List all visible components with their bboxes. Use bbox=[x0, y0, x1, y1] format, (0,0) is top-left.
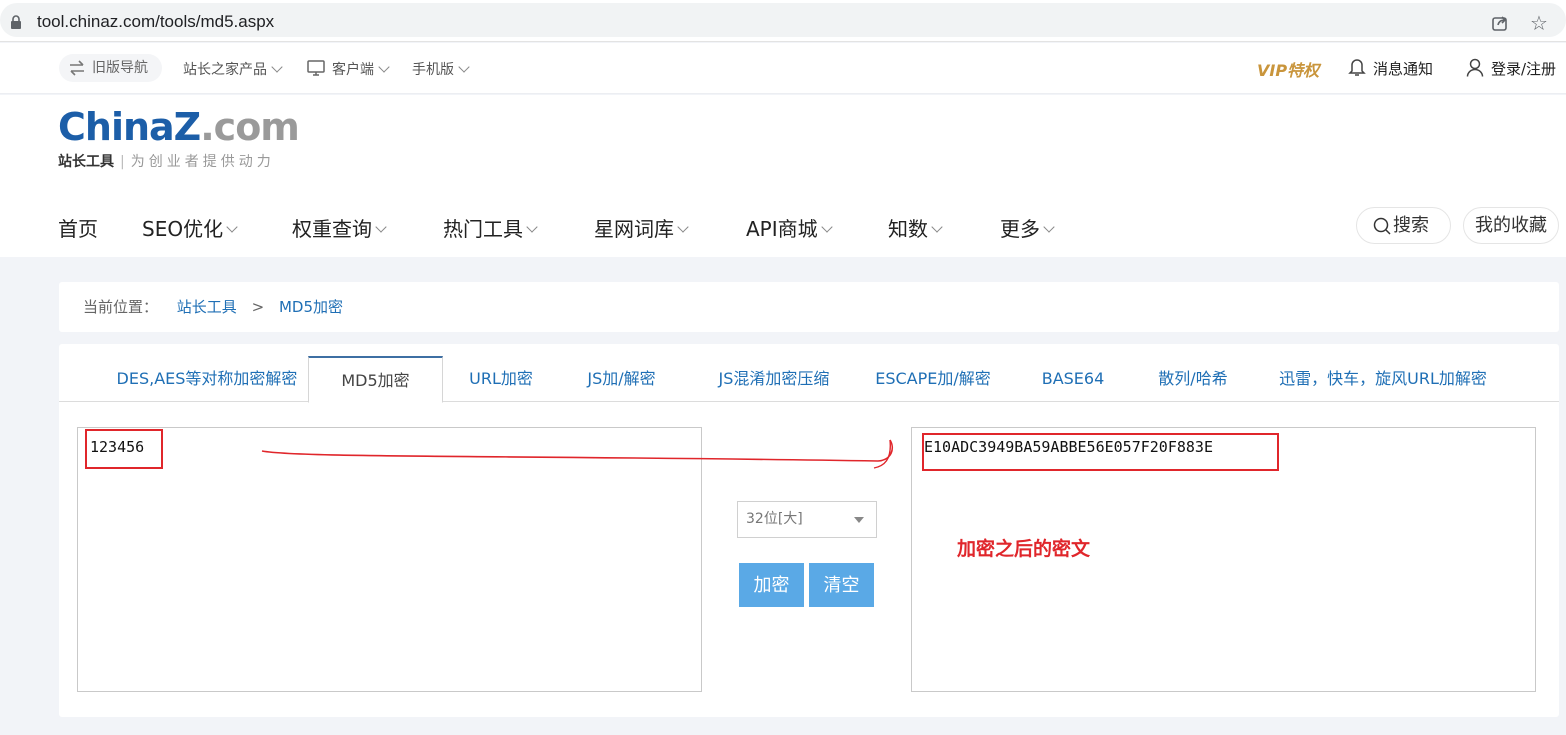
bookmark-star-icon[interactable]: ☆ bbox=[1530, 12, 1552, 34]
products-label: 站长之家产品 bbox=[183, 62, 267, 78]
chevron-down-icon bbox=[378, 61, 390, 73]
breadcrumb: 当前位置： 站长工具 > MD5加密 bbox=[59, 282, 1559, 332]
vip-link[interactable]: VIP特权 bbox=[1257, 57, 1319, 81]
swap-icon bbox=[70, 60, 84, 76]
lock-icon bbox=[11, 15, 21, 29]
select-value: 32位[大] bbox=[746, 511, 803, 527]
chevron-down-icon bbox=[226, 221, 238, 233]
nav-seo[interactable]: SEO优化 bbox=[142, 213, 238, 242]
input-textarea[interactable]: 123456 bbox=[77, 427, 702, 692]
breadcrumb-prefix: 当前位置： bbox=[83, 298, 159, 316]
login-link[interactable]: 登录/注册 bbox=[1491, 58, 1556, 79]
nav-home[interactable]: 首页 bbox=[58, 213, 98, 242]
chevron-down-icon bbox=[526, 221, 538, 233]
search-icon bbox=[1373, 217, 1391, 235]
tab-md5[interactable]: MD5加密 bbox=[308, 356, 443, 403]
chevron-down-icon bbox=[375, 221, 387, 233]
chevron-down-icon bbox=[677, 221, 689, 233]
monitor-icon bbox=[307, 60, 325, 76]
tab-thunder-url[interactable]: 迅雷，快车，旋风URL加解密 bbox=[1272, 356, 1494, 402]
md5-tool-panel: DES,AES等对称加密解密 MD5加密 URL加密 JS加/解密 JS混淆加密… bbox=[59, 344, 1559, 717]
bell-icon[interactable] bbox=[1348, 57, 1366, 77]
annotation-label: 加密之后的密文 bbox=[957, 538, 1091, 560]
logo-tagline: 站长工具 | 为创业者提供动力 bbox=[58, 154, 275, 170]
caret-down-icon bbox=[854, 517, 864, 523]
share-icon[interactable] bbox=[1490, 13, 1510, 33]
chinaz-logo[interactable]: ChinaZ.com 站长工具 | 为创业者提供动力 bbox=[58, 105, 300, 171]
url-text[interactable]: tool.chinaz.com/tools/md5.aspx bbox=[37, 12, 274, 32]
client-label: 客户端 bbox=[332, 62, 374, 78]
tab-js-obfuscate[interactable]: JS混淆加密压缩 bbox=[699, 356, 849, 402]
chevron-down-icon bbox=[931, 221, 943, 233]
search-label: 搜索 bbox=[1393, 215, 1429, 236]
chevron-down-icon bbox=[271, 61, 283, 73]
top-strip: 旧版导航 站长之家产品 客户端 手机版 VIP特权 消息通知 登录/注册 bbox=[0, 43, 1566, 94]
user-icon[interactable] bbox=[1466, 58, 1484, 77]
breadcrumb-separator: > bbox=[251, 298, 265, 316]
nav-keywords[interactable]: 星网词库 bbox=[594, 213, 689, 242]
length-select[interactable]: 32位[大] bbox=[737, 501, 877, 538]
search-button[interactable]: 搜索 bbox=[1356, 207, 1451, 244]
nav-zhishu[interactable]: 知数 bbox=[888, 213, 943, 242]
browser-address-bar: tool.chinaz.com/tools/md5.aspx ☆ bbox=[0, 0, 1566, 42]
nav-weight[interactable]: 权重查询 bbox=[292, 213, 387, 242]
old-nav-button[interactable]: 旧版导航 bbox=[59, 54, 162, 82]
main-nav: 首页 SEO优化 权重查询 热门工具 星网词库 API商城 知数 更多 bbox=[0, 213, 1566, 243]
tool-tabs: DES,AES等对称加密解密 MD5加密 URL加密 JS加/解密 JS混淆加密… bbox=[59, 356, 1559, 403]
tab-base64[interactable]: BASE64 bbox=[1034, 356, 1112, 402]
url-bar[interactable]: tool.chinaz.com/tools/md5.aspx ☆ bbox=[0, 3, 1566, 37]
tab-des-aes[interactable]: DES,AES等对称加密解密 bbox=[89, 356, 325, 402]
mobile-label: 手机版 bbox=[412, 62, 454, 78]
clear-button[interactable]: 清空 bbox=[809, 563, 874, 607]
chevron-down-icon bbox=[1043, 221, 1055, 233]
tab-url[interactable]: URL加密 bbox=[457, 356, 545, 402]
client-menu[interactable]: 客户端 bbox=[332, 59, 390, 79]
nav-hot-tools[interactable]: 热门工具 bbox=[443, 213, 538, 242]
chevron-down-icon bbox=[820, 221, 833, 233]
nav-api[interactable]: API商城 bbox=[746, 213, 833, 242]
notifications-link[interactable]: 消息通知 bbox=[1373, 58, 1433, 79]
chevron-down-icon bbox=[458, 61, 470, 73]
favorites-button[interactable]: 我的收藏 bbox=[1463, 207, 1559, 244]
tab-js[interactable]: JS加/解密 bbox=[573, 356, 670, 402]
tab-escape[interactable]: ESCAPE加/解密 bbox=[869, 356, 997, 402]
old-nav-label: 旧版导航 bbox=[92, 60, 148, 76]
nav-more[interactable]: 更多 bbox=[1000, 213, 1055, 242]
breadcrumb-current-link[interactable]: MD5加密 bbox=[279, 298, 343, 316]
breadcrumb-root-link[interactable]: 站长工具 bbox=[177, 298, 237, 316]
products-menu[interactable]: 站长之家产品 bbox=[183, 59, 283, 79]
logo-wordmark: ChinaZ.com bbox=[58, 105, 300, 149]
tab-hash[interactable]: 散列/哈希 bbox=[1144, 356, 1242, 402]
site-header: ChinaZ.com 站长工具 | 为创业者提供动力 首页 SEO优化 权重查询 热… bbox=[0, 95, 1566, 257]
encrypt-button[interactable]: 加密 bbox=[739, 563, 804, 607]
mobile-menu[interactable]: 手机版 bbox=[412, 59, 470, 79]
